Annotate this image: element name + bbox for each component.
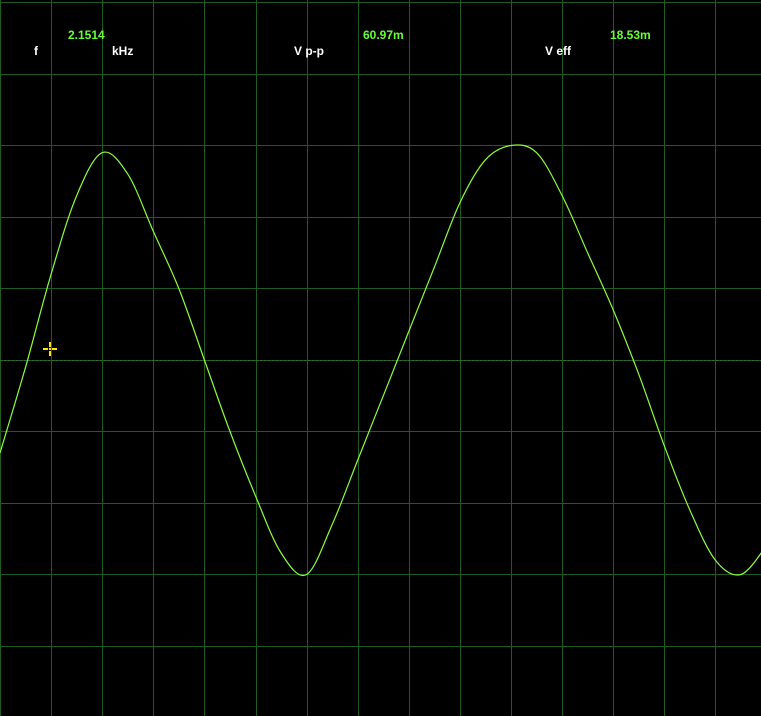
frequency-value: 2.1514 [68,28,105,42]
grid [0,0,761,716]
vpp-value: 60.97m [363,28,404,42]
trigger-crosshair-icon[interactable] [43,342,57,356]
frequency-unit: kHz [112,44,134,58]
waveform-plot [0,0,761,716]
oscilloscope-screen: f 2.1514 kHz V p-p 60.97m V eff 18.53m [0,0,761,716]
veff-value: 18.53m [610,28,651,42]
veff-label: V eff [545,44,572,58]
frequency-label: f [34,44,38,58]
vpp-label: V p-p [294,44,324,58]
